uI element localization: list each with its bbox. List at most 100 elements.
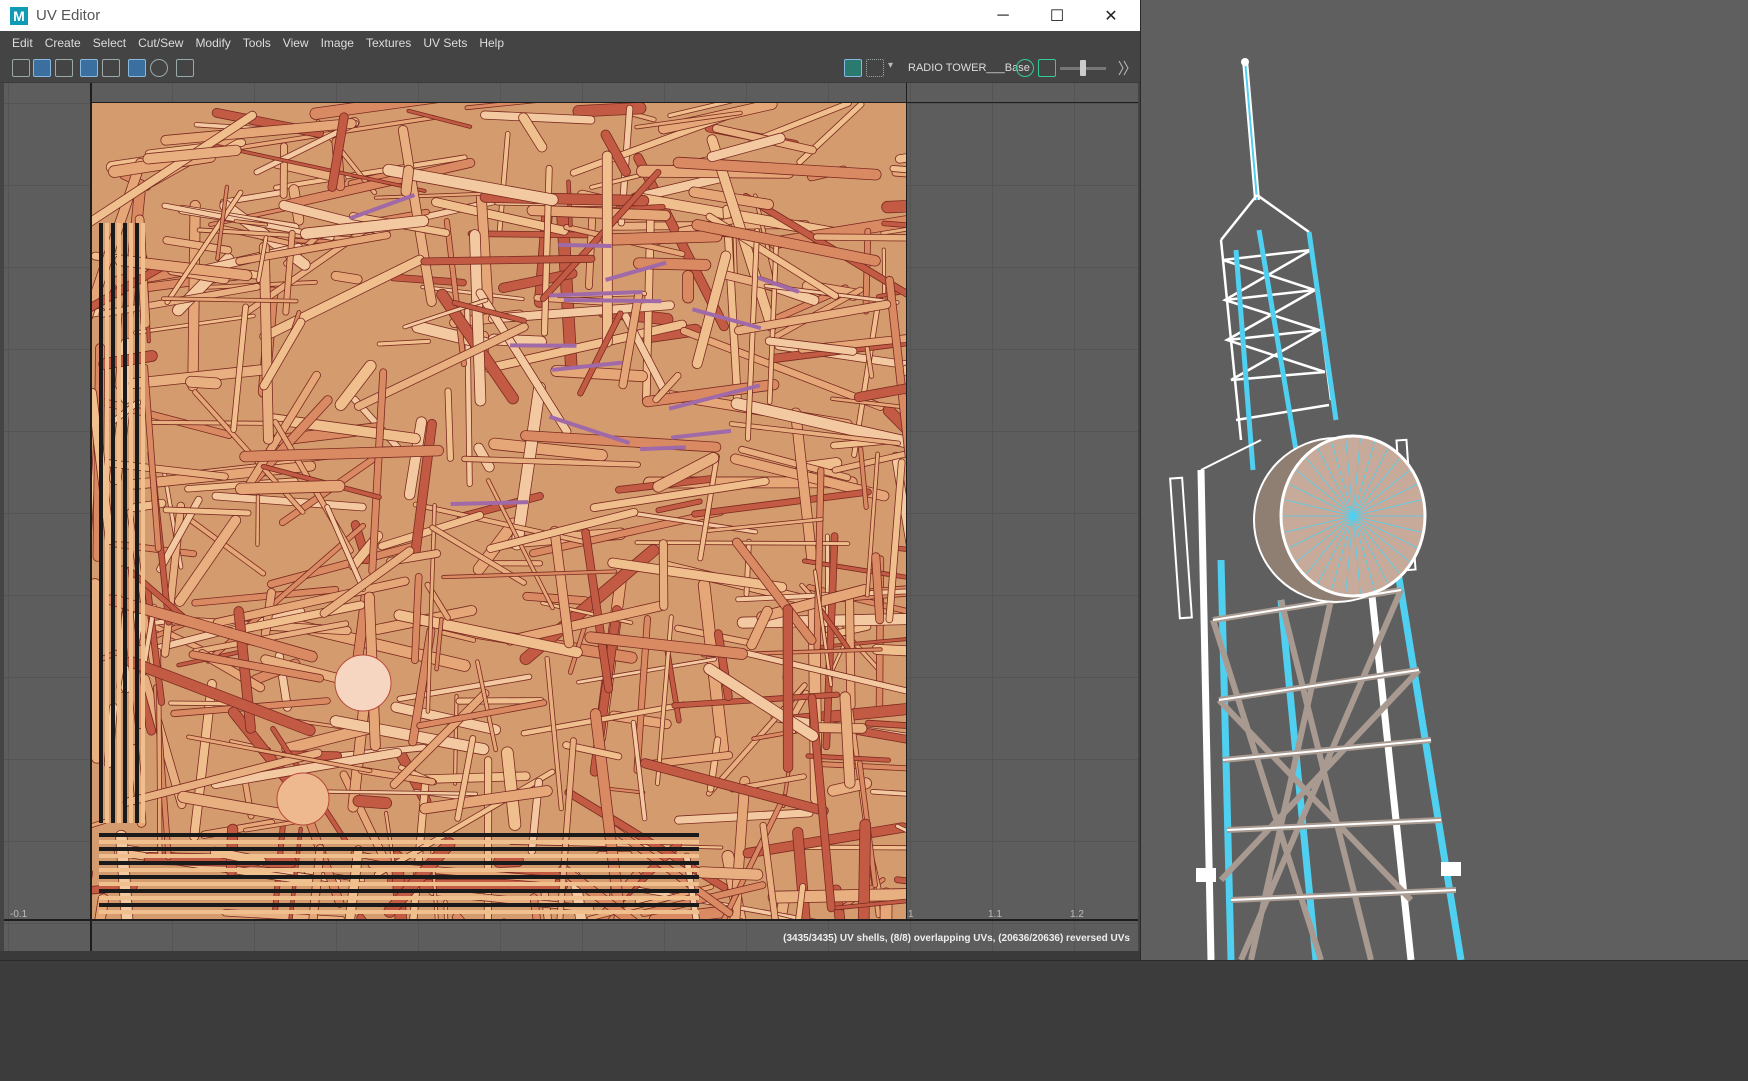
uv-shell <box>870 789 906 805</box>
uv-shell <box>601 230 722 245</box>
uv-strip <box>99 903 699 907</box>
uv-strip <box>117 223 121 823</box>
minimize-icon: ─ <box>997 7 1008 25</box>
uv-grid-icon[interactable] <box>12 59 30 77</box>
uv-viewport[interactable]: -0.1 1 1.1 1.2 (3435/3435) UV shells, (8… <box>4 83 1138 951</box>
close-button[interactable]: ✕ <box>1084 0 1138 31</box>
uv-shell <box>577 310 625 397</box>
scroll-strip <box>0 951 1140 960</box>
uv-shell <box>377 339 431 346</box>
title-bar[interactable]: M UV Editor ─ ☐ ✕ <box>0 0 1140 31</box>
close-icon: ✕ <box>1104 6 1117 26</box>
v-axis-line <box>90 83 92 951</box>
uv-shell-highlight <box>671 429 731 440</box>
minimize-button[interactable]: ─ <box>976 0 1030 31</box>
tile-border-right <box>906 83 907 919</box>
menu-modify[interactable]: Modify <box>195 36 230 50</box>
uv-strip <box>99 882 699 886</box>
uv-strip <box>111 223 115 823</box>
menu-select[interactable]: Select <box>93 36 126 50</box>
uv-strip <box>99 889 699 893</box>
uv-strip <box>99 875 699 879</box>
window-title: UV Editor <box>36 7 100 24</box>
menu-bar: Edit Create Select Cut/Sew Modify Tools … <box>0 31 1140 54</box>
uv-strip <box>99 223 103 823</box>
menu-tools[interactable]: Tools <box>243 36 271 50</box>
uv-shell <box>783 605 793 772</box>
uv-shell <box>895 125 906 164</box>
uv-shell <box>258 254 426 343</box>
dish-uv-shell <box>277 773 329 825</box>
uv-shell <box>256 495 260 547</box>
uv-shell <box>330 271 362 285</box>
grid-toggle-icon[interactable] <box>128 59 146 77</box>
u-axis-line <box>4 919 1138 921</box>
uv-strip <box>99 896 699 900</box>
chevron-down-icon[interactable]: ▾ <box>888 60 893 71</box>
uv-strip <box>141 223 145 823</box>
uv-shell <box>353 795 393 809</box>
tick-label: 1.2 <box>1070 909 1084 920</box>
uv-toolbar: ▾ RADIO TOWER___Base <box>0 54 1140 83</box>
uv-shell <box>602 151 612 347</box>
shaded-uv-icon[interactable] <box>33 59 51 77</box>
image-ratio-icon[interactable] <box>1038 59 1056 77</box>
perspective-viewport[interactable] <box>1141 0 1748 960</box>
uv-shell <box>445 388 454 462</box>
maximize-button[interactable]: ☐ <box>1030 0 1084 31</box>
uv-shell <box>374 192 488 199</box>
uv-shell <box>813 234 906 242</box>
uv-shell <box>377 511 484 551</box>
uv-shell <box>881 197 906 213</box>
menu-uv-sets[interactable]: UV Sets <box>423 36 467 50</box>
menu-textures[interactable]: Textures <box>366 36 411 50</box>
uv-shells-graphic <box>91 103 906 919</box>
pixel-snap-icon[interactable] <box>150 59 168 77</box>
distortion-icon[interactable] <box>55 59 73 77</box>
menu-view[interactable]: View <box>283 36 309 50</box>
menu-cut-sew[interactable]: Cut/Sew <box>138 36 183 50</box>
uv-border-icon[interactable] <box>80 59 98 77</box>
uv-layout-texture <box>91 103 906 919</box>
uv-strip <box>99 868 699 872</box>
exposure-slider-handle[interactable] <box>1080 60 1086 76</box>
checker-icon[interactable] <box>866 59 884 77</box>
uv-shell <box>683 270 694 303</box>
menu-help[interactable]: Help <box>479 36 504 50</box>
uv-strip <box>135 223 139 823</box>
uv-strip <box>99 910 699 914</box>
uv-shell <box>858 447 868 510</box>
snapshot-icon[interactable] <box>176 59 194 77</box>
image-display-icon[interactable] <box>844 59 862 77</box>
uv-shell <box>696 867 763 881</box>
texture-name-label: RADIO TOWER___Base <box>908 62 1030 74</box>
bottom-panel <box>0 960 1748 1081</box>
tick-label: 1 <box>908 909 914 920</box>
uv-shell <box>523 592 590 605</box>
maximize-icon: ☐ <box>1050 6 1064 26</box>
more-tools-icon[interactable] <box>1114 59 1132 77</box>
uv-strip <box>99 840 699 844</box>
uv-editor-window: M UV Editor ─ ☐ ✕ Edit Create Select Cut… <box>0 0 1141 960</box>
uv-shell <box>886 459 906 623</box>
uv-status-readout: (3435/3435) UV shells, (8/8) overlapping… <box>783 933 1130 944</box>
uv-shell <box>814 723 867 734</box>
uv-strip <box>105 223 109 823</box>
menu-create[interactable]: Create <box>45 36 81 50</box>
menu-image[interactable]: Image <box>321 36 354 50</box>
uv-shell <box>185 376 221 389</box>
uv-shell <box>309 103 483 120</box>
tile-border-top <box>90 102 1138 103</box>
uv-strip <box>99 847 699 851</box>
uv-strip <box>123 223 127 823</box>
uv-strip <box>99 861 699 865</box>
texture-borders-icon[interactable] <box>102 59 120 77</box>
uv-shell <box>280 143 287 199</box>
tick-label: -0.1 <box>10 909 27 920</box>
uv-strip <box>99 854 699 858</box>
uv-shell-highlight <box>510 343 577 347</box>
menu-edit[interactable]: Edit <box>12 36 33 50</box>
rgb-channel-icon[interactable] <box>1016 59 1034 77</box>
dish-uv-shell <box>335 655 391 711</box>
maya-logo-icon: M <box>10 7 28 25</box>
